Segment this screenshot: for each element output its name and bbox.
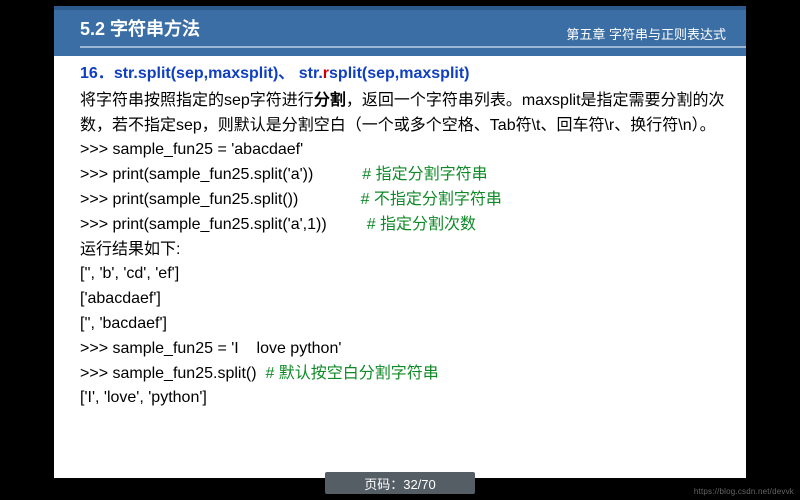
result-2: ['abacdaef'] bbox=[80, 287, 736, 312]
chapter-label: 第五章 字符串与正则表达式 bbox=[566, 24, 726, 43]
watermark: https://blog.csdn.net/devvk bbox=[694, 487, 794, 496]
result-3: ['', 'bacdaef'] bbox=[80, 312, 736, 337]
title-part-b: split(sep,maxsplit) bbox=[329, 65, 469, 82]
code-line-4: >>> print(sample_fun25.split('a',1)) # 指… bbox=[80, 213, 736, 238]
code-2: >>> print(sample_fun25.split('a')) bbox=[80, 166, 313, 183]
code-line-2: >>> print(sample_fun25.split('a')) # 指定分… bbox=[80, 163, 736, 188]
code-line-1: >>> sample_fun25 = 'abacdaef' bbox=[80, 138, 736, 163]
desc-a: 将字符串按照指定的sep字符进行 bbox=[80, 92, 314, 109]
slide-body: 16．str.split(sep,maxsplit)、 str.rsplit(s… bbox=[80, 62, 736, 472]
slide: 5.2 字符串方法 第五章 字符串与正则表达式 16．str.split(sep… bbox=[54, 6, 746, 478]
item-title: 16．str.split(sep,maxsplit)、 str.rsplit(s… bbox=[80, 62, 736, 87]
code-line-10: >>> sample_fun25.split() # 默认按空白分割字符串 bbox=[80, 362, 736, 387]
title-part-a: str.split(sep,maxsplit)、 str. bbox=[114, 65, 323, 82]
code-10: >>> sample_fun25.split() bbox=[80, 365, 265, 382]
code-line-9: >>> sample_fun25 = 'I love python' bbox=[80, 337, 736, 362]
result-4: ['I', 'love', 'python'] bbox=[80, 386, 736, 411]
comment-2: # 指定分割字符串 bbox=[362, 166, 487, 183]
title-number: 16． bbox=[80, 65, 114, 82]
desc-bold: 分割 bbox=[314, 92, 346, 109]
result-1: ['', 'b', 'cd', 'ef'] bbox=[80, 262, 736, 287]
stage: 5.2 字符串方法 第五章 字符串与正则表达式 16．str.split(sep… bbox=[0, 0, 800, 500]
code-line-3: >>> print(sample_fun25.split()) # 不指定分割字… bbox=[80, 188, 736, 213]
result-label: 运行结果如下: bbox=[80, 238, 736, 263]
comment-3: # 不指定分割字符串 bbox=[361, 191, 502, 208]
page-indicator: 页码：32/70 bbox=[325, 472, 475, 494]
description: 将字符串按照指定的sep字符进行分割，返回一个字符串列表。maxsplit是指定… bbox=[80, 89, 736, 139]
code-4: >>> print(sample_fun25.split('a',1)) bbox=[80, 216, 327, 233]
comment-4: # 指定分割次数 bbox=[367, 216, 476, 233]
code-3: >>> print(sample_fun25.split()) bbox=[80, 191, 298, 208]
comment-10: # 默认按空白分割字符串 bbox=[265, 365, 438, 382]
slide-header: 5.2 字符串方法 第五章 字符串与正则表达式 bbox=[54, 6, 746, 56]
